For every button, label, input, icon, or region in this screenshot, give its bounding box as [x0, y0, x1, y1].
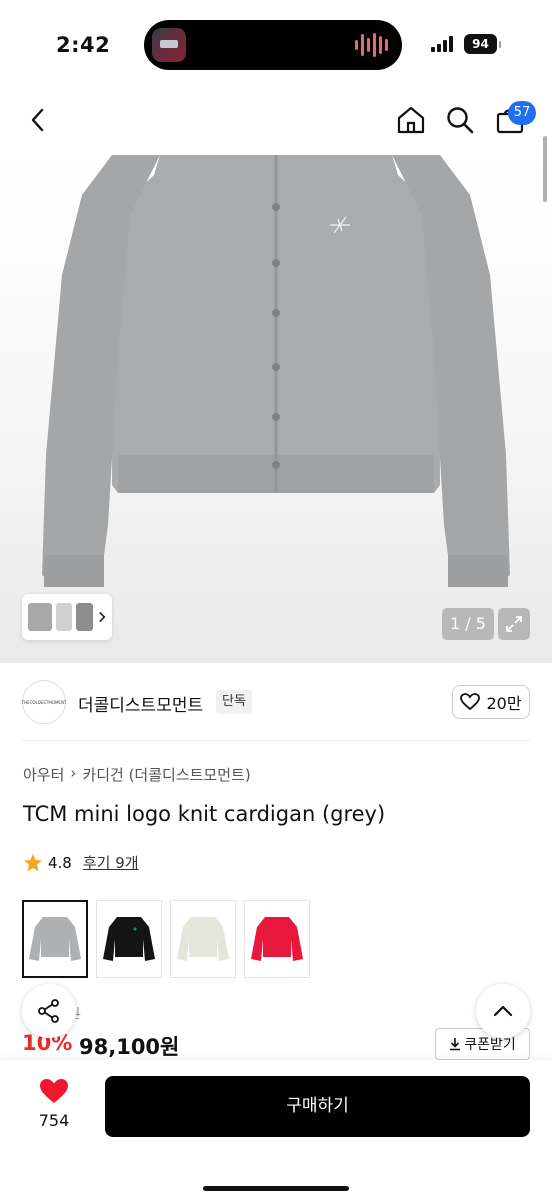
rating-row: 4.8 후기 9개 [23, 852, 139, 873]
brand-like-count: 20만 [486, 694, 522, 713]
sale-price: 98,100원 [79, 1035, 180, 1059]
breadcrumb: 아우터 › 카디건 (더콜디스트모먼트) [23, 764, 251, 785]
expand-image-button[interactable] [498, 608, 530, 640]
thumbnail-front [28, 603, 52, 631]
cardigan-grey-thumbnail [29, 917, 81, 961]
battery-indicator: 94 [464, 34, 501, 54]
share-icon [38, 999, 59, 1023]
brand-logo-text: THECOLDESTMOMENT [21, 699, 67, 705]
heart-outline-icon [460, 693, 481, 711]
wishlist-button[interactable]: 754 [24, 1078, 84, 1130]
now-playing-app-icon [152, 28, 186, 62]
product-title: TCM mini logo knit cardigan (grey) [23, 802, 386, 826]
brand-like-button[interactable]: 20만 [452, 685, 530, 719]
thumbnail-back [76, 603, 93, 631]
dynamic-island [144, 20, 402, 70]
buy-button[interactable]: 구매하기 [105, 1076, 530, 1137]
wishlist-count: 754 [38, 1111, 70, 1130]
audio-wave-icon [355, 33, 388, 57]
home-button[interactable] [391, 100, 431, 140]
download-icon [450, 1038, 461, 1051]
chevron-right-icon [98, 611, 106, 623]
color-option-grey[interactable] [22, 900, 88, 978]
color-option-ivory[interactable] [170, 900, 236, 978]
top-navigation [0, 98, 552, 148]
exclusive-badge: 단독 [216, 690, 252, 714]
home-indicator [203, 1186, 349, 1191]
back-button[interactable] [18, 100, 58, 140]
breadcrumb-cardigan[interactable]: 카디건 (더콜디스트모먼트) [82, 764, 250, 785]
color-options [22, 900, 310, 978]
color-option-red[interactable] [244, 900, 310, 978]
divider [22, 740, 530, 741]
review-count-link[interactable]: 후기 9개 [83, 852, 139, 873]
image-counter: 1 / 5 [442, 608, 494, 640]
search-button[interactable] [440, 100, 480, 140]
chevron-up-icon [493, 1005, 513, 1017]
breadcrumb-separator-icon: › [70, 764, 77, 782]
product-image-carousel[interactable] [0, 155, 552, 663]
breadcrumb-outer[interactable]: 아우터 [23, 764, 64, 785]
cardigan-red-thumbnail [251, 917, 303, 961]
rating-value: 4.8 [48, 853, 72, 872]
cardigan-black-thumbnail [103, 917, 155, 961]
heart-filled-icon [40, 1079, 68, 1103]
color-option-black[interactable] [96, 900, 162, 978]
image-thumbnail-strip[interactable] [22, 594, 112, 640]
price-row: 0원 10% 98,100원 쿠폰받기 [0, 1000, 552, 1060]
thumbnail-side [55, 603, 73, 631]
share-button[interactable] [22, 984, 76, 1038]
status-time: 2:42 [56, 33, 111, 57]
search-icon [447, 107, 474, 134]
scroll-indicator [543, 136, 547, 202]
brand-name[interactable]: 더콜디스트모먼트 [78, 691, 203, 716]
scroll-to-top-button[interactable] [476, 984, 530, 1038]
cart-count-badge: 57 [508, 101, 536, 125]
star-icon [24, 853, 42, 871]
status-bar: 2:42 94 [0, 0, 552, 90]
bottom-action-bar: 754 구매하기 [0, 1060, 552, 1200]
chevron-left-icon [31, 108, 44, 132]
cardigan-ivory-thumbnail [177, 917, 229, 961]
cellular-signal-icon [431, 36, 453, 52]
expand-icon [506, 616, 522, 632]
brand-row: THECOLDESTMOMENT 더콜디스트모먼트 단독 20만 [0, 672, 552, 734]
brand-logo[interactable]: THECOLDESTMOMENT [22, 680, 66, 724]
home-icon [397, 106, 425, 134]
product-image [42, 155, 510, 587]
